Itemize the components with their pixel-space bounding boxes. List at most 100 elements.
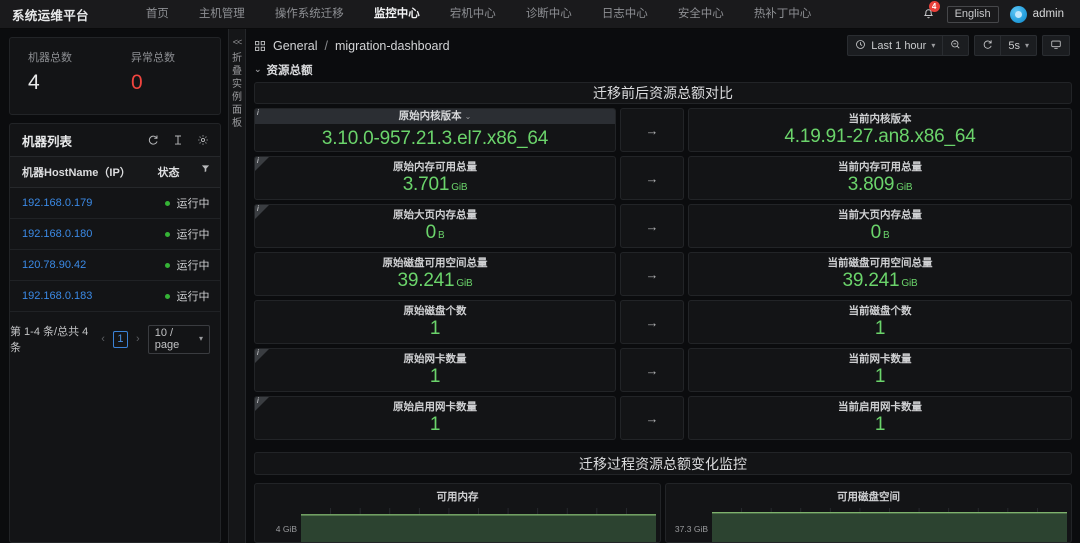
chevron-down-icon[interactable]: ⌄ <box>465 112 472 121</box>
panel-value: 1 <box>874 318 886 340</box>
machine-ip-link[interactable]: 192.168.0.183 <box>22 290 92 302</box>
nav-item-0[interactable]: 首页 <box>131 0 184 29</box>
table-row[interactable]: 192.168.0.180 运行中 <box>10 218 220 250</box>
panel-title: 当前大页内存总量 <box>838 209 922 222</box>
nav-item-4[interactable]: 宕机中心 <box>435 0 511 29</box>
collapse-label-char: 叠 <box>232 66 242 77</box>
row-header-label: 资源总额 <box>266 64 313 77</box>
comparison-row-1: i 原始内存可用总量 3.701 GiB → 当前内存可用总量 3.809 GiB <box>254 156 1072 201</box>
machine-ip-link[interactable]: 192.168.0.179 <box>22 197 92 209</box>
gear-icon[interactable] <box>197 134 209 146</box>
dashboard-area: General / migration-dashboard Last 1 hou… <box>246 29 1080 543</box>
nav-item-5[interactable]: 诊断中心 <box>511 0 587 29</box>
timeseries-panel-1[interactable]: 可用磁盘空间 37.3 GiB <box>665 483 1072 543</box>
stat-panel-current[interactable]: 当前网卡数量 1 <box>688 348 1072 393</box>
machine-list-card: 机器列表 机器HostName（IP） 状态 192.168.0.179 运行中… <box>9 123 221 543</box>
collapse-instance-panel-button[interactable]: << 折叠实例面板 <box>228 29 246 543</box>
stat-panel-current[interactable]: 当前启用网卡数量 1 <box>688 396 1072 441</box>
comparison-row-0: i 原始内核版本 ⌄ 3.10.0-957.21.3.el7.x86_64 → 当前内核版… <box>254 108 1072 153</box>
stat-panel-original[interactable]: i 原始大页内存总量 0 B <box>254 204 616 249</box>
stat-panel-current[interactable]: 当前磁盘个数 1 <box>688 300 1072 345</box>
panel-value-unit: GiB <box>451 182 468 194</box>
panel-value-unit: B <box>437 230 445 242</box>
stat-panel-original[interactable]: i 原始内存可用总量 3.701 GiB <box>254 156 616 201</box>
machine-ip-link[interactable]: 192.168.0.180 <box>22 228 92 240</box>
collapse-label-char: 实 <box>232 79 242 90</box>
info-icon[interactable]: i <box>255 205 269 220</box>
table-row[interactable]: 192.168.0.179 运行中 <box>10 187 220 219</box>
row-header-resource-total[interactable]: ⌄ 资源总额 <box>246 57 1080 82</box>
notifications-button[interactable]: 4 <box>920 1 940 23</box>
panel-header-hovered[interactable]: 原始内核版本 ⌄ <box>255 109 615 125</box>
panel-title: 原始内核版本 <box>398 110 462 123</box>
nav-item-2[interactable]: 操作系统迁移 <box>260 0 359 29</box>
stat-panel-original[interactable]: i 原始网卡数量 1 <box>254 348 616 393</box>
stat-panel-original[interactable]: 原始磁盘个数 1 <box>254 300 616 345</box>
comparison-row-5: i 原始网卡数量 1 → 当前网卡数量 1 <box>254 348 1072 393</box>
dashboard-toolbar: General / migration-dashboard Last 1 hou… <box>246 29 1080 57</box>
kiosk-mode-button[interactable] <box>1042 35 1070 57</box>
status-label: 运行中 <box>176 260 210 272</box>
status-dot-icon <box>165 201 171 206</box>
nav-item-3[interactable]: 监控中心 <box>359 0 435 29</box>
arrow-right-icon: → <box>645 314 659 330</box>
panel-value-unit: GiB <box>901 278 918 290</box>
language-button[interactable]: English <box>946 5 999 23</box>
machine-ip-link[interactable]: 120.78.90.42 <box>22 259 86 271</box>
pagination-next[interactable]: › <box>135 333 141 345</box>
table-row[interactable]: 120.78.90.42 运行中 <box>10 249 220 281</box>
stat-panel-current[interactable]: 当前磁盘可用空间总量 39.241 GiB <box>688 252 1072 297</box>
avatar <box>1009 5 1027 23</box>
arrow-right-icon: → <box>645 218 659 234</box>
panel-compare-banner: 迁移前后资源总额对比 <box>254 81 1072 105</box>
panel-compare-banner-title: 迁移前后资源总额对比 <box>593 84 733 101</box>
y-axis-tick-label: 37.3 GiB <box>674 524 708 534</box>
nav-item-1[interactable]: 主机管理 <box>184 0 260 29</box>
breadcrumb-folder[interactable]: General <box>273 39 317 53</box>
filter-icon[interactable] <box>201 164 210 176</box>
timeseries-panel-0[interactable]: 可用内存 4 GiB <box>254 483 661 543</box>
stat-label: 异常总数 <box>131 52 175 64</box>
page-size-select[interactable]: 10 / page ▾ <box>147 324 210 354</box>
nav-item-8[interactable]: 热补丁中心 <box>739 0 827 29</box>
stat-panel-current[interactable]: 当前大页内存总量 0 B <box>688 204 1072 249</box>
status-dot-icon <box>165 294 171 299</box>
chevron-left-icon: << <box>232 37 242 47</box>
page-size-label: 10 / page <box>154 326 180 351</box>
stat-panel-current[interactable]: 当前内存可用总量 3.809 GiB <box>688 156 1072 201</box>
breadcrumb-dashboard-name[interactable]: migration-dashboard <box>335 39 450 53</box>
table-row[interactable]: 192.168.0.183 运行中 <box>10 280 220 312</box>
machine-status-cell: 运行中 <box>153 187 220 219</box>
stat-panel-original[interactable]: i 原始内核版本 ⌄ 3.10.0-957.21.3.el7.x86_64 <box>254 108 616 153</box>
refresh-icon[interactable] <box>147 134 159 146</box>
user-menu[interactable]: admin <box>1009 5 1064 23</box>
panel-value: 3.10.0-957.21.3.el7.x86_64 <box>321 128 549 150</box>
stat-panel-current[interactable]: 当前内核版本 4.19.91-27.an8.x86_64 <box>688 108 1072 153</box>
nav-item-7[interactable]: 安全中心 <box>663 0 739 29</box>
machine-table: 机器HostName（IP） 状态 192.168.0.179 运行中 192.16… <box>10 156 220 312</box>
timeseries-row: 可用内存 4 GiB 可用磁盘空间 37.3 GiB <box>254 483 1072 543</box>
refresh-dashboard-button[interactable] <box>974 35 1001 57</box>
arrow-right-icon: → <box>645 122 659 138</box>
info-icon[interactable]: i <box>255 157 269 172</box>
plot-canvas <box>712 508 1067 542</box>
time-range-picker[interactable]: Last 1 hour ▾ <box>847 35 943 57</box>
stat-panel-original[interactable]: i 原始启用网卡数量 1 <box>254 396 616 441</box>
info-icon[interactable]: i <box>255 397 269 412</box>
y-axis-tick-label: 4 GiB <box>275 524 297 534</box>
pagination-prev[interactable]: ‹ <box>100 333 106 345</box>
refresh-interval-label: 5s <box>1008 39 1020 52</box>
machine-list-header: 机器列表 <box>10 124 220 156</box>
refresh-controls-group: 5s ▾ <box>974 35 1037 57</box>
stat-panel-original[interactable]: 原始磁盘可用空间总量 39.241 GiB <box>254 252 616 297</box>
nav-item-6[interactable]: 日志中心 <box>587 0 663 29</box>
zoom-out-time-range-button[interactable] <box>942 35 970 57</box>
refresh-interval-picker[interactable]: 5s ▾ <box>1000 35 1037 57</box>
pagination-page-1[interactable]: 1 <box>112 330 129 348</box>
column-height-icon[interactable] <box>172 134 184 146</box>
y-axis: 4 GiB <box>255 508 301 542</box>
dashboard-controls: Last 1 hour ▾ 5s ▾ <box>847 35 1070 57</box>
info-icon[interactable]: i <box>255 349 269 364</box>
clock-icon <box>855 39 866 53</box>
panel-value-unit: B <box>882 230 890 242</box>
